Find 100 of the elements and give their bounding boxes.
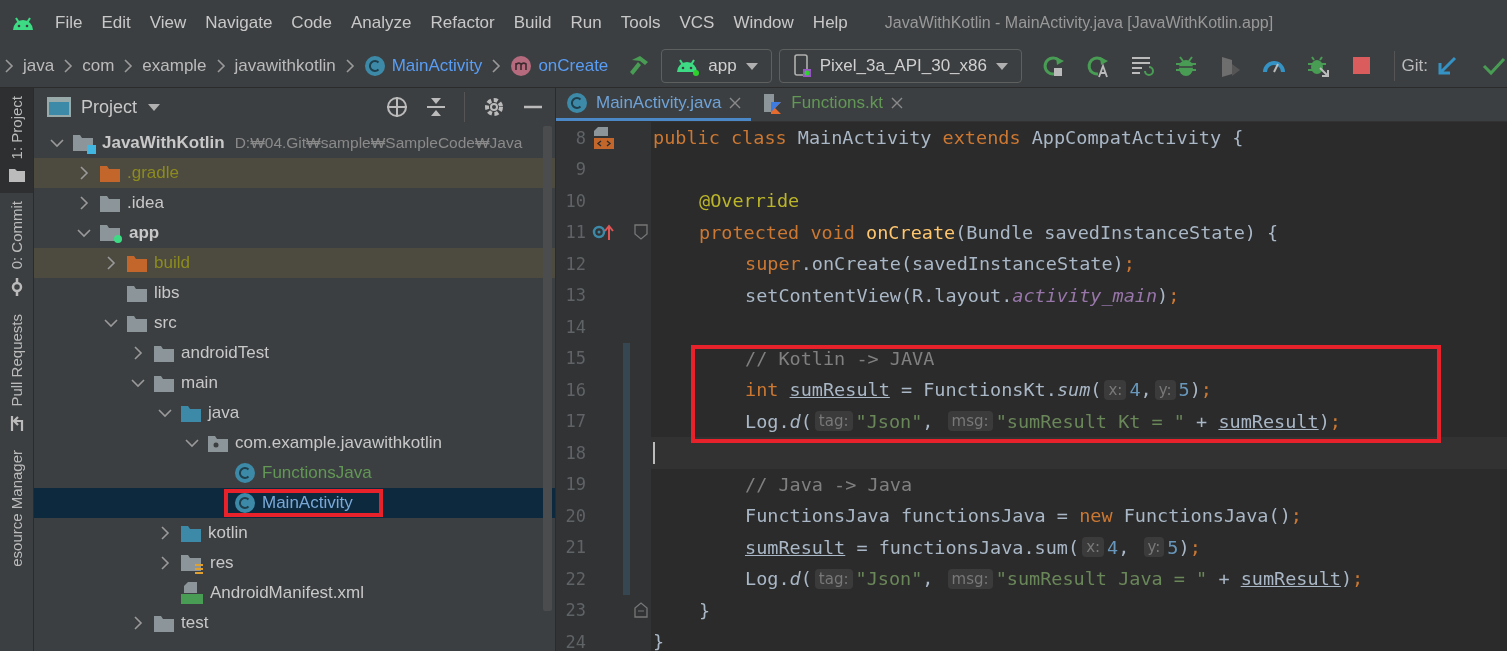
fold-marker-icon[interactable] xyxy=(633,224,648,241)
override-marker-icon[interactable] xyxy=(592,222,616,243)
menu-item[interactable]: Code xyxy=(291,10,332,35)
tree-item-label[interactable]: java xyxy=(208,403,240,423)
close-icon[interactable] xyxy=(891,97,903,109)
tree-item-label[interactable]: JavaWithKotlin xyxy=(102,133,225,153)
code-text: "sumResult Java = " + sumResult); xyxy=(995,568,1364,590)
breadcrumb[interactable]: onCreate xyxy=(510,55,609,77)
code-text: 5); xyxy=(1178,379,1212,401)
parameter-hint: msg: xyxy=(947,411,993,432)
tool-window-tab[interactable]: Pull Requests xyxy=(0,305,33,443)
folder-icon xyxy=(126,253,148,273)
tree-item-label[interactable]: kotlin xyxy=(208,523,248,543)
class-icon xyxy=(566,92,588,114)
tree-item-label[interactable]: app xyxy=(129,223,160,243)
tree-item-label[interactable]: test xyxy=(181,613,209,633)
menu-item[interactable]: VCS xyxy=(679,10,715,35)
tree-item-label[interactable]: com.example.javawithkotlin xyxy=(235,433,442,453)
layout-file-icon[interactable] xyxy=(592,125,616,150)
git-label: Git: xyxy=(1401,56,1429,76)
apply-changes-icon[interactable] xyxy=(1086,54,1110,78)
code-text: public class MainActivity extends AppCompatActivity { xyxy=(653,127,1244,149)
close-icon[interactable] xyxy=(729,97,742,109)
apply-code-changes-icon[interactable] xyxy=(1130,54,1154,78)
tab-label: Functions.kt xyxy=(791,93,883,113)
dropdown-caret-icon xyxy=(744,61,759,71)
code-text: 5); xyxy=(1167,536,1201,558)
device-dropdown[interactable]: Pixel_3a_API_30_x86 xyxy=(778,49,1022,83)
tree-item-label[interactable]: libs xyxy=(154,283,180,303)
tree-item-label[interactable]: androidTest xyxy=(181,343,269,363)
tree-item-label[interactable]: res xyxy=(210,553,234,573)
menu-item[interactable]: Window xyxy=(733,10,794,35)
breadcrumb-separator-icon[interactable] xyxy=(2,59,16,73)
menu-item[interactable]: Analyze xyxy=(351,10,412,35)
parameter-hint: y: xyxy=(1143,537,1165,558)
manifest-icon xyxy=(180,581,204,605)
tree-item-label[interactable]: src xyxy=(154,313,177,333)
code-text: FunctionsJava functionsJava = new FunctionsJava(); xyxy=(745,505,1302,527)
package-icon xyxy=(207,433,229,453)
code-text: Log.d( xyxy=(745,410,812,432)
project-path: D:₩04.Git₩sample₩SampleCode₩Java xyxy=(234,134,523,152)
folder-icon xyxy=(126,313,148,333)
attach-debugger-icon[interactable] xyxy=(1306,54,1330,78)
breadcrumb[interactable]: com xyxy=(82,56,115,76)
breadcrumb[interactable]: example xyxy=(142,56,207,76)
folder-icon xyxy=(153,373,175,393)
code-comment: // Java -> Java xyxy=(745,473,913,495)
breadcrumb[interactable]: MainActivity xyxy=(363,55,483,77)
menu-item[interactable]: Edit xyxy=(101,10,131,35)
folder-icon xyxy=(153,613,175,633)
code-text: 4, xyxy=(1107,536,1131,558)
code-text: 4, xyxy=(1129,379,1152,401)
locate-icon[interactable] xyxy=(386,96,408,118)
parameter-hint: tag: xyxy=(814,568,853,589)
menu-item[interactable]: Navigate xyxy=(205,10,273,35)
code-text: int sumResult = FunctionsKt.sum( xyxy=(745,379,1102,401)
breadcrumb[interactable]: java xyxy=(23,56,55,76)
folder-icon xyxy=(180,403,202,423)
menu-item[interactable]: Help xyxy=(812,10,848,35)
folder-icon xyxy=(99,193,121,213)
tool-window-tab[interactable]: 0: Commit xyxy=(0,193,33,306)
method-icon xyxy=(510,55,533,77)
code-text: } xyxy=(653,631,665,651)
tree-item-label[interactable]: AndroidManifest.xml xyxy=(210,583,364,603)
folder-icon xyxy=(72,132,96,154)
breadcrumb[interactable]: javawithkotlin xyxy=(234,56,336,76)
tool-window-tab[interactable]: 1: Project xyxy=(0,88,33,194)
phone-icon xyxy=(791,54,812,78)
rerun-icon[interactable] xyxy=(1042,54,1066,78)
panel-title[interactable]: Project xyxy=(81,96,138,118)
code-text: "Json", xyxy=(855,410,935,432)
settings-icon[interactable] xyxy=(483,96,505,118)
window-title: JavaWithKotlin - MainActivity.java [JavaWithKotlin.app] xyxy=(884,13,1274,32)
bug-icon[interactable] xyxy=(1174,54,1198,78)
parameter-hint: msg: xyxy=(947,568,993,589)
dropdown-caret-icon[interactable] xyxy=(147,102,162,112)
tree-item-label[interactable]: main xyxy=(181,373,218,393)
fold-marker-icon[interactable] xyxy=(633,602,648,619)
folder-icon xyxy=(153,343,175,363)
menu-item[interactable]: Run xyxy=(570,10,602,35)
dropdown-caret-icon xyxy=(995,61,1009,71)
menu-item[interactable]: Tools xyxy=(620,10,661,35)
tool-window-tab[interactable]: esource Manager xyxy=(0,442,33,577)
tree-item-label[interactable]: MainActivity xyxy=(262,493,353,513)
selected-tree-row[interactable]: MainActivity xyxy=(34,488,555,518)
collapse-all-icon[interactable] xyxy=(426,97,446,117)
parameter-hint: y: xyxy=(1154,379,1176,400)
parameter-hint: x: xyxy=(1104,379,1127,400)
menu-item[interactable]: File xyxy=(55,10,83,35)
code-text: protected void onCreate(Bundle savedInstanceState) { xyxy=(699,221,1279,243)
class-icon xyxy=(234,462,256,484)
code-text: "Json", xyxy=(855,568,935,590)
folder-icon xyxy=(180,523,202,543)
tree-item-label[interactable]: .idea xyxy=(127,193,164,213)
run-configuration-dropdown[interactable]: app xyxy=(661,49,772,83)
folder-icon xyxy=(180,552,204,574)
menu-item[interactable]: Refactor xyxy=(430,10,495,35)
menu-item[interactable]: View xyxy=(149,10,187,35)
menu-item[interactable]: Build xyxy=(513,10,552,35)
code-text: super.onCreate(savedInstanceState); xyxy=(745,253,1135,275)
